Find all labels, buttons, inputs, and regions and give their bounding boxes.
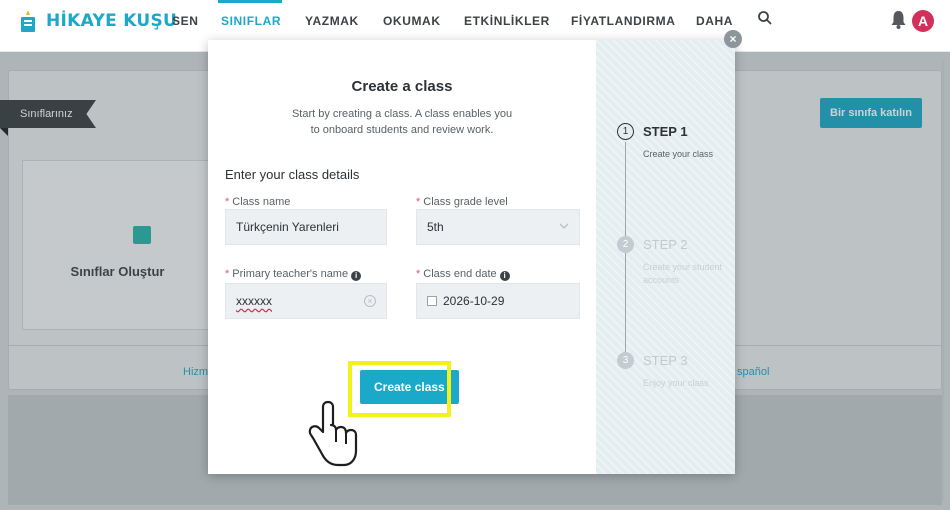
required-mark: * [416, 196, 421, 208]
nav-item-yazmak[interactable]: YAZMAK [305, 14, 359, 28]
active-tab-indicator [218, 0, 282, 3]
end-date-input[interactable]: 2026-10-29 [416, 283, 580, 319]
bird-logo-icon [21, 10, 35, 32]
brand-logo[interactable]: HİKAYE KUŞU [18, 8, 177, 34]
required-mark: * [225, 268, 230, 280]
grade-level-select[interactable]: 5th [416, 209, 580, 245]
nav-item-etkinlikler[interactable]: ETKİNLİKLER [464, 14, 550, 28]
step-2-title: STEP 2 [643, 237, 688, 252]
pointing-hand-cursor-icon [308, 400, 358, 467]
class-name-input[interactable]: Türkçenin Yarenleri [225, 209, 387, 245]
step-3-subtitle: Enjoy your class [643, 378, 709, 388]
teacher-name-value: xxxxxx [236, 294, 272, 308]
scrollbar[interactable] [942, 60, 944, 500]
step-1-number: 1 [617, 123, 634, 140]
steps-panel [596, 40, 735, 474]
modal-description: Start by creating a class. A class enabl… [291, 108, 513, 136]
required-mark: * [225, 196, 230, 208]
bell-icon[interactable] [890, 10, 907, 29]
grade-level-value: 5th [427, 220, 444, 234]
step-3-number: 3 [617, 352, 634, 369]
nav-item-sen[interactable]: SEN [172, 14, 198, 28]
search-icon[interactable] [757, 10, 773, 26]
step-1-title: STEP 1 [643, 124, 688, 139]
clear-input-icon[interactable]: × [364, 295, 376, 307]
teacher-name-label-text: Primary teacher's name [232, 268, 349, 280]
info-icon[interactable]: i [351, 271, 362, 281]
grade-level-label-text: Class grade level [423, 196, 508, 208]
nav-item-okumak[interactable]: OKUMAK [383, 14, 441, 28]
close-icon[interactable]: × [724, 30, 742, 48]
modal-title: Create a class [351, 78, 453, 95]
calendar-icon [427, 296, 437, 306]
info-icon[interactable]: i [499, 271, 510, 281]
avatar[interactable]: A [912, 10, 934, 32]
grade-level-label: * Class grade level [416, 196, 508, 208]
brand-name: HİKAYE KUŞU [46, 11, 178, 31]
step-2-subtitle: Create your student accounts [643, 262, 723, 285]
nav-item-fiyatlandirma[interactable]: FİYATLANDIRMA [571, 14, 675, 28]
teacher-name-input[interactable]: xxxxxx × [225, 283, 387, 319]
end-date-value: 2026-10-29 [443, 294, 505, 308]
class-name-label: * Class name [225, 196, 290, 208]
nav-item-siniflar[interactable]: SINIFLAR [221, 14, 281, 28]
end-date-label: * Class end date i [416, 268, 510, 281]
end-date-label-text: Class end date [423, 268, 497, 280]
teacher-name-label: * Primary teacher's name i [225, 268, 362, 281]
section-title: Enter your class details [225, 167, 360, 182]
step-1-subtitle: Create your class [643, 149, 714, 159]
class-name-label-text: Class name [232, 196, 291, 208]
create-class-modal: Create a class Start by creating a class… [208, 40, 735, 474]
create-button-highlight [348, 361, 451, 417]
required-mark: * [416, 268, 421, 280]
step-3-title: STEP 3 [643, 353, 688, 368]
step-2-number: 2 [617, 236, 634, 253]
nav-item-daha[interactable]: DAHA [696, 14, 733, 28]
class-name-value: Türkçenin Yarenleri [236, 220, 339, 234]
chevron-down-icon [559, 223, 569, 229]
